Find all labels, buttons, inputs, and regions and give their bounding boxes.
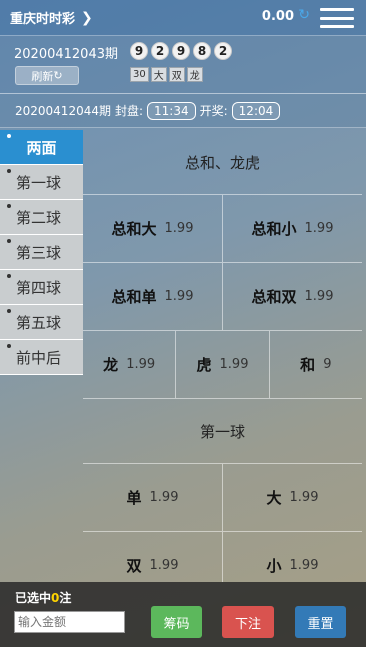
dot-icon <box>7 239 11 243</box>
result-balls: 9 2 9 8 2 <box>130 42 232 60</box>
bet-name: 单 <box>126 489 142 507</box>
bet-odds: 1.99 <box>304 221 334 236</box>
result-tag: 大 <box>150 67 167 82</box>
sidebar-item-ball-1[interactable]: 第一球 <box>0 165 83 200</box>
bet-option[interactable]: 总和单 1.99 <box>83 263 223 330</box>
bet-row: 双 1.99 小 1.99 <box>83 532 362 582</box>
bet-option[interactable]: 总和双 1.99 <box>223 263 362 330</box>
draw-countdown: 12:04 <box>231 101 281 120</box>
bet-odds: 1.99 <box>304 289 334 304</box>
sidebar-item-ball-2[interactable]: 第二球 <box>0 200 83 235</box>
next-issue-bar: 20200412044期 封盘: 11:34 开奖: 12:04 <box>0 94 366 128</box>
bet-odds: 1.99 <box>164 289 194 304</box>
top-bar: 重庆时时彩 ❯ 0.00 ↻ <box>0 0 366 36</box>
bet-options-panel: 总和、龙虎 总和大 1.99 总和小 1.99 总和单 1.99 总和双 1.99 龙1… <box>83 130 362 582</box>
bet-name: 小 <box>266 557 282 575</box>
chips-button[interactable]: 筹码 <box>151 606 202 638</box>
bet-row: 总和单 1.99 总和双 1.99 <box>83 263 362 331</box>
sidebar-item-ball-5[interactable]: 第五球 <box>0 305 83 340</box>
bet-row: 总和大 1.99 总和小 1.99 <box>83 195 362 263</box>
sidebar-item-label: 前中后 <box>16 348 62 367</box>
bet-odds: 1.99 <box>219 357 249 372</box>
refresh-button[interactable]: 刷新 ↻ <box>15 66 79 85</box>
amount-input[interactable] <box>14 611 125 633</box>
submit-bet-button[interactable]: 下注 <box>222 606 274 638</box>
result-tag: 龙 <box>186 67 203 82</box>
bet-option[interactable]: 大 1.99 <box>223 464 362 531</box>
selected-count-text: 已选中0注 <box>15 589 71 606</box>
bet-option[interactable]: 双 1.99 <box>83 532 223 582</box>
bet-name: 双 <box>126 557 142 575</box>
current-issue-panel: 20200412043期 9 2 9 8 2 30 大 双 龙 刷新 ↻ <box>0 36 366 94</box>
sidebar-item-label: 第五球 <box>16 313 62 332</box>
sidebar-item-front-mid-back[interactable]: 前中后 <box>0 340 83 375</box>
dot-icon <box>7 344 11 348</box>
bet-name: 龙 <box>103 356 119 374</box>
bet-row: 单 1.99 大 1.99 <box>83 464 362 532</box>
next-issue-number: 20200412044期 <box>15 104 111 118</box>
refresh-label: 刷新 <box>31 69 54 83</box>
close-label: 封盘: <box>114 104 144 118</box>
bet-category-sidebar: 两面 第一球 第二球 第三球 第四球 第五球 前中后 <box>0 130 83 375</box>
bet-row: 龙 1.99 虎 1.99 和9 <box>83 331 362 399</box>
bet-name: 总和小 <box>251 220 297 238</box>
section-title: 总和、龙虎 <box>83 130 362 195</box>
bet-option[interactable]: 总和大 1.99 <box>83 195 223 262</box>
result-ball: 8 <box>193 42 211 60</box>
result-ball: 9 <box>130 42 148 60</box>
chevron-right-icon[interactable]: ❯ <box>81 10 93 26</box>
bet-odds: 1.99 <box>126 357 156 372</box>
bet-option[interactable]: 和9 <box>270 331 362 398</box>
result-ball: 2 <box>214 42 232 60</box>
result-ball: 2 <box>151 42 169 60</box>
selected-prefix: 已选中 <box>15 591 52 605</box>
dot-icon <box>7 134 11 138</box>
current-issue-number: 20200412043期 <box>14 47 118 62</box>
lottery-title[interactable]: 重庆时时彩 <box>10 8 75 27</box>
bet-name: 大 <box>266 489 282 507</box>
dot-icon <box>7 274 11 278</box>
dot-icon <box>7 309 11 313</box>
sidebar-item-label: 第一球 <box>16 173 62 192</box>
bet-name: 虎 <box>196 356 212 374</box>
sidebar-item-label: 第二球 <box>16 208 62 227</box>
bet-option[interactable]: 小 1.99 <box>223 532 362 582</box>
bet-odds: 1.99 <box>289 558 319 573</box>
selected-suffix: 注 <box>59 591 72 605</box>
hamburger-icon[interactable] <box>320 8 354 28</box>
bet-name: 总和大 <box>111 220 157 238</box>
bet-odds: 1.99 <box>164 221 194 236</box>
sidebar-item-two-sides[interactable]: 两面 <box>0 130 83 165</box>
bet-name: 总和双 <box>251 288 297 306</box>
balance: 0.00 <box>261 9 294 24</box>
refresh-icon[interactable]: ↻ <box>298 7 310 23</box>
dot-icon <box>7 169 11 173</box>
result-tag: 30 <box>130 67 149 82</box>
bet-name: 总和单 <box>111 288 157 306</box>
bet-option[interactable]: 龙 1.99 <box>83 331 177 398</box>
bet-odds: 1.99 <box>289 490 319 505</box>
bet-footer: 已选中0注 筹码 下注 重置 <box>0 582 366 647</box>
sidebar-item-ball-4[interactable]: 第四球 <box>0 270 83 305</box>
bet-odds: 1.99 <box>149 558 179 573</box>
bet-option[interactable]: 总和小 1.99 <box>223 195 362 262</box>
result-ball: 9 <box>172 42 190 60</box>
section-title: 第一球 <box>83 399 362 464</box>
sidebar-item-label: 第四球 <box>16 278 62 297</box>
bet-option[interactable]: 虎 1.99 <box>176 331 270 398</box>
bet-name: 和 <box>300 356 316 374</box>
sidebar-item-label: 第三球 <box>16 243 62 262</box>
sidebar-item-ball-3[interactable]: 第三球 <box>0 235 83 270</box>
draw-label: 开奖: <box>199 104 228 118</box>
result-tag: 双 <box>168 67 185 82</box>
result-tags: 30 大 双 龙 <box>130 67 203 82</box>
bet-odds: 1.99 <box>149 490 179 505</box>
bet-option[interactable]: 单 1.99 <box>83 464 223 531</box>
sidebar-item-label: 两面 <box>26 138 57 157</box>
reset-button[interactable]: 重置 <box>295 606 346 638</box>
bet-odds: 9 <box>323 357 332 372</box>
close-countdown: 11:34 <box>147 101 196 120</box>
dot-icon <box>7 204 11 208</box>
refresh-icon: ↻ <box>53 69 63 82</box>
